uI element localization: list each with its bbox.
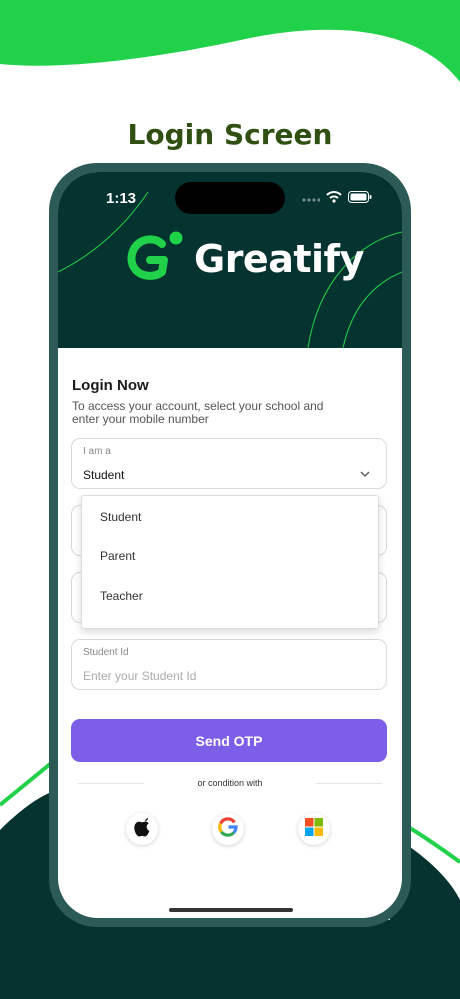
apple-login-button[interactable]: [126, 813, 158, 845]
microsoft-icon: [305, 817, 323, 841]
role-select[interactable]: I am a Student: [71, 438, 387, 489]
role-dropdown-menu: Student Parent Teacher: [81, 495, 379, 629]
chevron-down-icon[interactable]: [360, 464, 370, 482]
google-icon: [218, 816, 238, 842]
login-subtitle: To access your account, select your scho…: [72, 399, 324, 426]
brand-logo: Greatify: [124, 230, 364, 287]
dropdown-option-teacher[interactable]: Teacher: [100, 589, 143, 603]
signal-dots-icon: [302, 190, 321, 208]
battery-icon: [348, 190, 372, 208]
microsoft-login-button[interactable]: [298, 813, 330, 845]
phone-screen: 1:13 Greatify Login Now To access your a…: [58, 172, 402, 918]
dynamic-island: [175, 182, 285, 214]
student-id-input[interactable]: Enter your Student Id: [83, 669, 196, 683]
role-select-value: Student: [83, 468, 125, 482]
brand-name: Greatify: [194, 236, 364, 281]
home-indicator[interactable]: [169, 908, 293, 912]
student-id-field[interactable]: Student Id Enter your Student Id: [71, 639, 387, 690]
dropdown-option-student[interactable]: Student: [100, 510, 141, 524]
divider-right: [316, 783, 382, 784]
greatify-logo-icon: [124, 230, 186, 287]
dropdown-option-parent[interactable]: Parent: [100, 549, 135, 563]
google-login-button[interactable]: [212, 813, 244, 845]
student-id-label: Student Id: [83, 647, 129, 658]
send-otp-button[interactable]: Send OTP: [71, 719, 387, 762]
phone-frame: 1:13 Greatify Login Now To access your a…: [49, 163, 411, 927]
apple-icon: [133, 817, 151, 842]
wifi-icon: [326, 190, 342, 208]
page-headline: Login Screen: [127, 118, 333, 151]
status-time: 1:13: [106, 190, 137, 207]
status-icons: [302, 190, 372, 208]
login-title: Login Now: [72, 377, 149, 394]
role-select-label: I am a: [83, 446, 111, 457]
hero-banner: 1:13 Greatify: [58, 172, 402, 348]
